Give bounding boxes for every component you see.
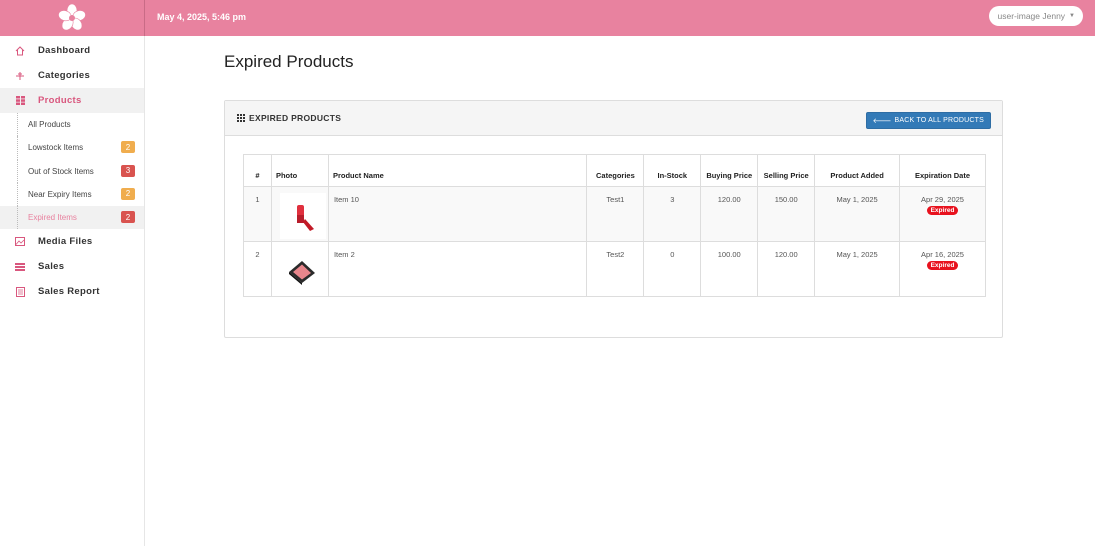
arrow-left-icon: 🡐 [872,118,892,125]
expired-products-panel: EXPIRED PRODUCTS 🡐 BACK TO ALL PRODUCTS … [224,100,1003,338]
panel-header: EXPIRED PRODUCTS 🡐 BACK TO ALL PRODUCTS [225,101,1002,136]
sidebar-subitem-near-expiry[interactable]: Near Expiry Items 2 [0,182,144,207]
logo[interactable] [0,0,145,36]
cell-selling-price: 120.00 [757,241,816,297]
sales-icon [14,262,26,272]
caret-down-icon: ▼ [1069,13,1075,19]
sidebar-subitem-out-of-stock[interactable]: Out of Stock Items 3 [0,159,144,183]
sidebar-item-label: Sales [38,261,65,273]
col-header-photo[interactable]: Photo [270,154,329,187]
col-header-added[interactable]: Product Added [814,154,901,187]
sidebar-subitem-label: All Products [28,120,71,130]
cell-date-added: May 1, 2025 [814,241,901,297]
col-header-num[interactable]: # [243,154,272,187]
sidebar-item-media-files[interactable]: Media Files [0,229,144,254]
col-header-category[interactable]: Categories [586,154,645,187]
cell-buying-price: 100.00 [700,241,759,297]
cell-category: Test1 [586,186,645,242]
count-badge: 2 [121,187,135,200]
sidebar-item-products[interactable]: Products [0,88,144,113]
current-datetime: May 4, 2025, 5:46 pm [157,12,247,22]
cell-expiration: Apr 16, 2025 Expired [899,241,986,297]
table-row[interactable]: 1 Item 10 Test1 3 120.00 150.00 May 1, 2… [243,186,986,242]
col-header-expiry[interactable]: Expiration Date [899,154,986,187]
categories-icon [14,71,26,81]
sidebar-item-sales-report[interactable]: Sales Report [0,279,144,304]
col-header-sell[interactable]: Selling Price [757,154,816,187]
cell-product-name: Item 2 [327,241,588,297]
expiration-date: Apr 29, 2025 [921,195,964,204]
expired-products-table: # Photo Product Name Categories In-Stock… [243,154,986,297]
report-icon [14,286,26,297]
grid-icon [14,96,26,106]
cell-photo [270,186,329,242]
cell-selling-price: 150.00 [757,186,816,242]
sidebar-subitem-lowstock[interactable]: Lowstock Items 2 [0,136,144,160]
sidebar-subitem-all-products[interactable]: All Products [0,113,144,137]
compact-powder-image [279,248,326,294]
cell-stock: 0 [643,241,702,297]
col-header-name[interactable]: Product Name [327,154,588,187]
home-icon [14,45,26,56]
panel-title: EXPIRED PRODUCTS [249,113,342,123]
count-badge: 2 [121,141,135,154]
cell-stock: 3 [643,186,702,242]
cell-num: 2 [243,241,272,297]
cell-num: 1 [243,186,272,242]
cell-product-name: Item 10 [327,186,588,242]
sidebar-subitem-label: Lowstock Items [28,143,84,153]
cell-buying-price: 120.00 [700,186,759,242]
sidebar-item-dashboard[interactable]: Dashboard [0,38,144,63]
sidebar-subitem-label: Expired Items [28,213,77,223]
col-header-buy[interactable]: Buying Price [700,154,759,187]
cell-expiration: Apr 29, 2025 Expired [899,186,986,242]
lipstick-image [279,193,326,239]
expired-badge: Expired [926,261,959,270]
sidebar-subitem-label: Out of Stock Items [28,166,94,176]
sidebar-item-categories[interactable]: Categories [0,63,144,88]
sidebar-item-label: Products [38,95,82,106]
count-badge: 2 [121,211,135,224]
image-icon [14,237,26,247]
cell-category: Test2 [586,241,645,297]
cell-date-added: May 1, 2025 [814,186,901,242]
expiration-date: Apr 16, 2025 [921,250,964,259]
flower-logo-icon [58,3,86,31]
back-to-all-products-button[interactable]: 🡐 BACK TO ALL PRODUCTS [865,112,991,129]
sidebar-item-label: Categories [38,70,91,81]
sidebar-item-sales[interactable]: Sales [0,254,144,279]
back-button-label: BACK TO ALL PRODUCTS [894,117,984,124]
user-label: user-image Jenny [997,11,1066,21]
expired-badge: Expired [926,206,959,215]
sidebar-item-label: Media Files [38,236,93,248]
cell-photo [270,241,329,297]
sidebar-subitem-label: Near Expiry Items [28,190,92,200]
user-menu-button[interactable]: user-image Jenny ▼ [989,6,1083,26]
col-header-stock[interactable]: In-Stock [643,154,702,187]
sidebar: Dashboard Categories Products All Produc… [0,36,145,546]
sidebar-item-label: Dashboard [38,45,91,56]
sidebar-item-label: Sales Report [38,286,100,298]
top-bar: May 4, 2025, 5:46 pm user-image Jenny ▼ [0,0,1095,36]
table-header-row: # Photo Product Name Categories In-Stock… [243,154,986,187]
page-title: Expired Products [224,52,354,71]
table-row[interactable]: 2 Item 2 Test2 0 100.00 120.00 May 1, 20… [243,241,986,297]
sidebar-subitem-expired[interactable]: Expired Items 2 [0,206,144,230]
count-badge: 3 [121,164,135,177]
th-grid-icon [237,114,245,122]
